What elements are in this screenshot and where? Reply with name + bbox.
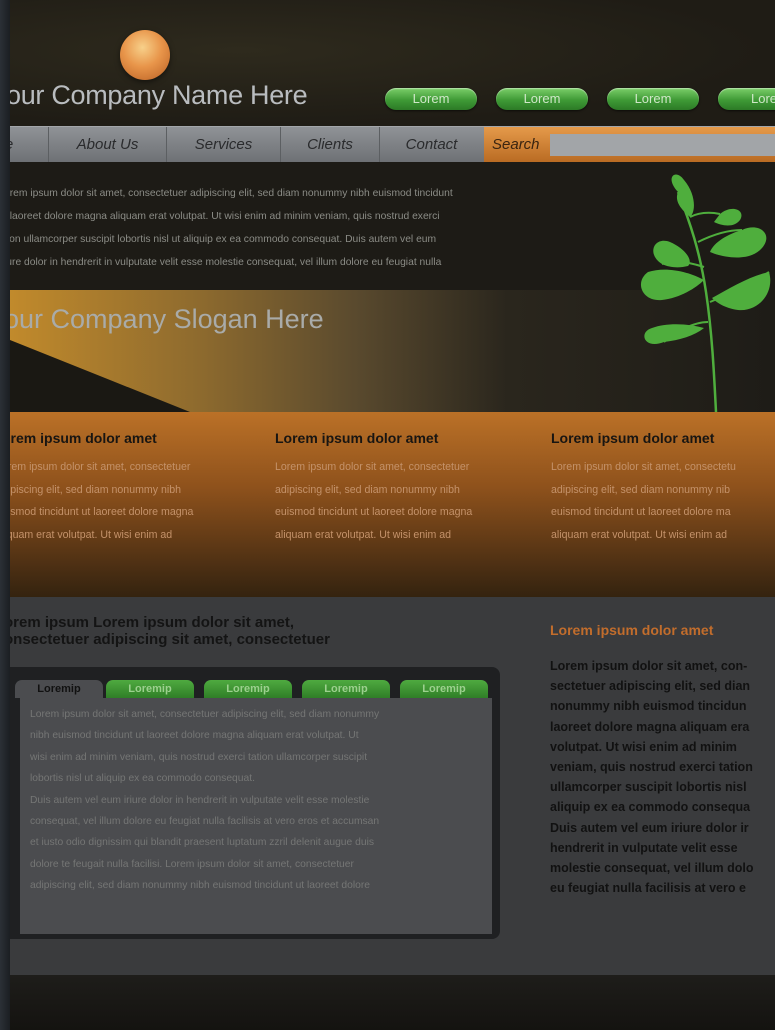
tab-loremip[interactable]: Loremip xyxy=(204,680,292,698)
header-pill-button[interactable]: Lorem xyxy=(385,88,477,110)
column-line: Lorem ipsum dolor sit amet, consectetuer xyxy=(275,461,470,473)
sidebar-line: aliquip ex ea commodo consequa xyxy=(550,800,751,815)
tab-text-line: Duis autem vel eum iriure dolor in hendr… xyxy=(30,794,370,806)
sidebar-line: hendrerit in vulputate velit esse xyxy=(550,840,738,855)
feature-columns: orem ipsum dolor amet orem ipsum dolor s… xyxy=(10,412,775,597)
tab-text-line: adipiscing elit, sed diam nonummy nibh e… xyxy=(30,880,370,892)
sidebar-line: sectetuer adipiscing elit, sed dian xyxy=(550,679,751,694)
tab-text-line: et iusto odio dignissim qui blandit prae… xyxy=(30,837,375,849)
tab-text-line: consequat, vel illum dolore eu feugiat n… xyxy=(30,816,380,828)
intro-line: iure dolor in hendrerit in vulputate vel… xyxy=(10,257,442,268)
column-text: orem ipsum dolor sit amet, consectetuer … xyxy=(10,456,193,546)
column-title: Lorem ipsum dolor amet xyxy=(551,430,715,446)
column-title: Lorem ipsum dolor amet xyxy=(275,430,439,446)
company-name: our Company Name Here xyxy=(10,80,308,110)
main-heading-line: onsectetuer adipiscing sit amet, consect… xyxy=(10,631,330,648)
search-label: Search xyxy=(492,136,540,153)
nav-item-home[interactable]: e xyxy=(10,127,49,163)
tab-loremip[interactable]: Loremip xyxy=(106,680,194,698)
main-nav: e About Us Services Clients Contact Sear… xyxy=(10,126,775,163)
header: our Company Name Here Lorem Lorem Lorem … xyxy=(10,0,775,126)
sidebar-line: veniam, quis nostrud exerci tation xyxy=(550,760,753,775)
intro-line: t laoreet dolore magna aliquam erat volu… xyxy=(10,211,440,222)
company-slogan: our Company Slogan Here xyxy=(10,304,324,334)
sidebar-title: Lorem ipsum dolor amet xyxy=(550,622,714,638)
tab-panel-text: Lorem ipsum dolor sit amet, consectetuer… xyxy=(30,704,379,897)
footer xyxy=(10,975,775,1030)
tab-text-line: Lorem ipsum dolor sit amet, consectetuer… xyxy=(30,709,380,720)
header-pill-button[interactable]: Lore xyxy=(718,88,775,110)
main-content: orem ipsum Lorem ipsum dolor sit amet, o… xyxy=(10,597,775,975)
nav-item-services[interactable]: Services xyxy=(167,127,281,163)
plant-icon xyxy=(640,174,771,412)
intro-text: orem ipsum dolor sit amet, consectetuer … xyxy=(10,182,564,274)
column-line: euismod tincidunt ut laoreet dolore magn… xyxy=(275,506,473,518)
sidebar-line: eu feugiat nulla facilisis at vero e xyxy=(550,881,746,896)
tab-text-line: lobortis nisl ut aliquip ex ea commodo c… xyxy=(30,773,255,785)
tab-text-line: nibh euismod tincidunt ut laoreet dolore… xyxy=(30,730,359,742)
main-heading: orem ipsum Lorem ipsum dolor sit amet, o… xyxy=(10,614,330,648)
tab-loremip[interactable]: Loremip xyxy=(302,680,390,698)
sidebar-line: Lorem ipsum dolor sit amet, con- xyxy=(550,659,748,673)
column-text: Lorem ipsum dolor sit amet, consectetuer… xyxy=(275,456,472,546)
tab-text-line: wisi enim ad minim veniam, quis nostrud … xyxy=(30,751,368,763)
sidebar-line: Duis autem vel eum iriure dolor ir xyxy=(550,820,749,835)
search-bar: Search xyxy=(484,127,775,163)
column-text: Lorem ipsum dolor sit amet, consectetu a… xyxy=(551,456,736,546)
column-line: orem ipsum dolor sit amet, consectetuer xyxy=(10,461,191,473)
column-line: euismod tincidunt ut laoreet dolore ma xyxy=(551,506,731,518)
sidebar-line: nonummy nibh euismod tincidun xyxy=(550,699,747,714)
column-line: aliquam erat volutpat. Ut wisi enim ad xyxy=(551,528,728,541)
sidebar-text: Lorem ipsum dolor sit amet, con- sectetu… xyxy=(550,656,754,898)
tab-loremip[interactable]: Loremip xyxy=(400,680,488,698)
column-line: uismod tincidunt ut laoreet dolore magna xyxy=(10,506,194,518)
search-input[interactable] xyxy=(550,134,775,156)
sidebar-line: molestie consequat, vel illum dolo xyxy=(550,861,754,876)
sidebar-line: ullamcorper suscipit lobortis nisl xyxy=(550,780,747,795)
screen-edge xyxy=(0,0,10,1030)
tab-box: Loremip Loremip Loremip Loremip Loremip … xyxy=(10,667,500,939)
nav-item-contact[interactable]: Contact xyxy=(380,127,483,163)
column-line: liquam erat volutpat. Ut wisi enim ad xyxy=(10,528,173,541)
website-template: our Company Name Here Lorem Lorem Lorem … xyxy=(10,0,775,1030)
column-line: adipiscing elit, sed diam nonummy nibh xyxy=(275,483,460,496)
tab-text-line: dolore te feugait nulla facilisi. Lorem … xyxy=(30,858,354,870)
column-line: Lorem ipsum dolor sit amet, consectetu xyxy=(551,461,736,473)
intro-line: orem ipsum dolor sit amet, consectetuer … xyxy=(10,188,453,199)
main-heading-line: orem ipsum Lorem ipsum dolor sit amet, xyxy=(10,614,295,631)
logo-orb-icon xyxy=(120,30,170,80)
nav-item-clients[interactable]: Clients xyxy=(281,127,380,163)
slogan-wedge xyxy=(10,340,190,412)
intro-line: tion ullamcorper suscipit lobortis nisl … xyxy=(10,234,437,245)
column-line: aliquam erat volutpat. Ut wisi enim ad xyxy=(275,528,452,541)
header-pill-button[interactable]: Lorem xyxy=(496,88,588,110)
column-line: adipiscing elit, sed diam nonummy nib xyxy=(551,483,731,496)
sidebar-line: laoreet dolore magna aliquam era xyxy=(550,719,750,734)
column-title: orem ipsum dolor amet xyxy=(10,430,157,446)
header-pill-button[interactable]: Lorem xyxy=(607,88,699,110)
tab-panel: Lorem ipsum dolor sit amet, consectetuer… xyxy=(20,698,492,934)
sidebar-line: volutpat. Ut wisi enim ad minim xyxy=(550,739,737,754)
tab-loremip-active[interactable]: Loremip xyxy=(15,680,103,698)
nav-item-about[interactable]: About Us xyxy=(49,127,167,163)
column-line: dipiscing elit, sed diam nonummy nibh xyxy=(10,483,182,496)
